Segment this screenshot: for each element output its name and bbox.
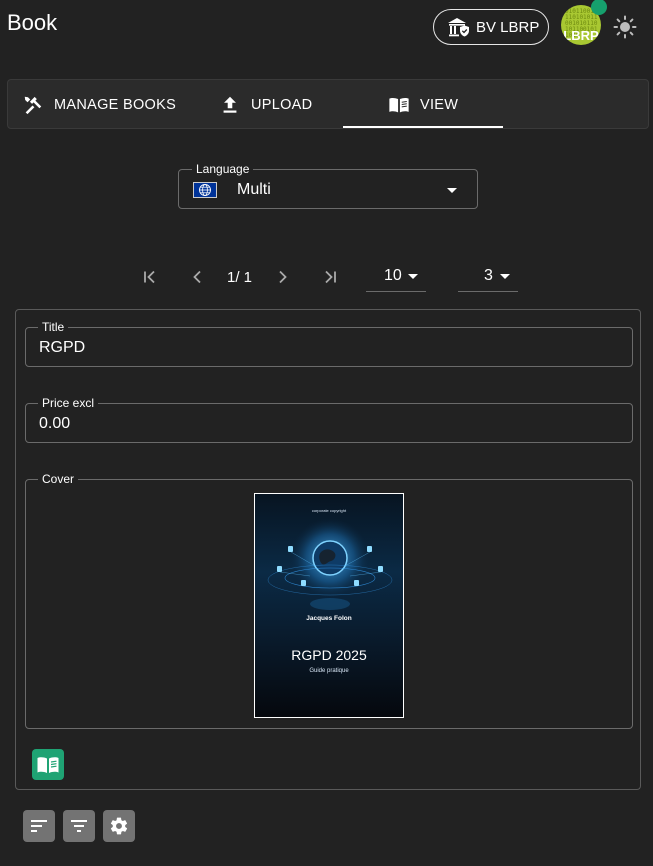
page-indicator: 1/ 1: [227, 269, 253, 286]
pagination: 1/ 1 10 3: [0, 262, 653, 292]
upload-icon: [223, 96, 237, 113]
tab-label: MANAGE BOOKS: [54, 96, 177, 113]
cover-artwork: [267, 518, 393, 610]
filter-button[interactable]: [63, 810, 95, 842]
previous-page-button[interactable]: [186, 265, 210, 289]
cover-image[interactable]: corporate copyright Jacques Folon RGPD 2…: [254, 493, 404, 718]
organization-chip[interactable]: BV LBRP: [433, 9, 549, 45]
chevron-left-icon: [193, 270, 201, 284]
language-value: Multi: [237, 181, 271, 198]
title-field[interactable]: Title RGPD: [25, 320, 633, 367]
filter-icon: [71, 820, 87, 832]
online-status-badge: [591, 0, 607, 15]
globe-flag-icon: [193, 182, 217, 198]
settings-gear-icon: [110, 817, 128, 835]
cover-label: Cover: [38, 472, 79, 486]
open-book-button[interactable]: [32, 749, 64, 780]
active-tab-indicator: [343, 126, 503, 128]
cover-top-text: corporate copyright: [311, 508, 347, 513]
chevron-down-icon: [500, 274, 510, 279]
chevron-right-icon: [279, 270, 287, 284]
rows-per-page-select[interactable]: 10: [366, 262, 426, 292]
cover-author: Jacques Folon: [306, 615, 352, 622]
language-select[interactable]: Language Multi: [178, 162, 478, 209]
tab-label: UPLOAD: [251, 96, 313, 113]
chevron-down-icon: [447, 188, 457, 193]
avatar-initials: LBRP: [563, 28, 599, 43]
settings-button[interactable]: [103, 810, 135, 842]
tab-label: VIEW: [420, 96, 459, 113]
tab-bar: MANAGE BOOKS UPLOAD VIEW: [7, 79, 649, 129]
columns-value: 3: [484, 267, 493, 284]
first-page-button[interactable]: [138, 265, 162, 289]
tab-upload[interactable]: UPLOAD: [219, 80, 312, 129]
price-value: 0.00: [39, 415, 71, 432]
cover-field: Cover corporate copyright Jacques Folon …: [25, 472, 633, 729]
sort-icon: [31, 820, 47, 832]
title-value: RGPD: [39, 339, 86, 356]
price-field[interactable]: Price excl 0.00: [25, 396, 633, 443]
tab-view[interactable]: VIEW: [388, 80, 458, 129]
first-page-icon: [144, 270, 155, 284]
title-label: Title: [38, 320, 69, 334]
tools-icon: [24, 96, 42, 114]
chevron-down-icon: [408, 274, 418, 279]
tab-manage-books[interactable]: MANAGE BOOKS: [22, 80, 176, 129]
last-page-button[interactable]: [318, 265, 342, 289]
book-card: Title RGPD Price excl 0.00 Cover corpora…: [15, 309, 641, 790]
sun-icon: [613, 15, 637, 39]
theme-toggle-button[interactable]: [612, 14, 638, 40]
next-page-button[interactable]: [270, 265, 294, 289]
language-label: Language: [192, 162, 254, 176]
price-label: Price excl: [38, 396, 99, 410]
last-page-icon: [325, 270, 336, 284]
page-title: Book: [7, 10, 58, 35]
organization-label: BV LBRP: [476, 18, 540, 36]
open-book-icon: [37, 756, 59, 773]
cover-title: RGPD 2025: [291, 647, 367, 663]
bank-shield-icon: [448, 18, 469, 37]
user-avatar-button[interactable]: 0101100101101010110010101101011001011010…: [561, 0, 607, 45]
rows-per-page-value: 10: [384, 267, 402, 284]
sort-button[interactable]: [23, 810, 55, 842]
book-open-icon: [389, 97, 409, 112]
columns-select[interactable]: 3: [458, 262, 518, 292]
cover-subtitle: Guide pratique: [309, 668, 349, 674]
